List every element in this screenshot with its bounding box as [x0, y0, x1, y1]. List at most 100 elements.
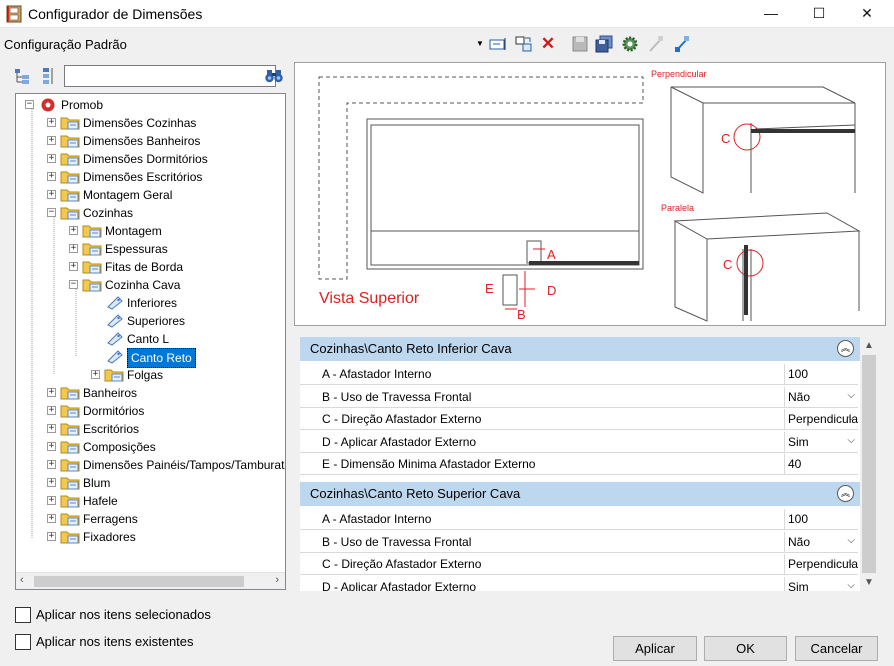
property-dropdown[interactable]: Perpendicular ⌵ [784, 409, 858, 429]
tree-item[interactable]: − Cozinha Cava [16, 276, 285, 294]
property-row[interactable]: A - Afastador Interno 100 [300, 508, 858, 530]
tree-item[interactable]: + Dimensões Painéis/Tampos/Tamburatos [16, 456, 285, 474]
tree-horizontal-scrollbar[interactable]: ‹ › [16, 572, 285, 589]
chevron-down-icon[interactable]: ⌵ [847, 580, 855, 591]
property-row[interactable]: B - Uso de Travessa Frontal Não ⌵ [300, 386, 858, 408]
collapse-category-icon[interactable]: ︽ [837, 485, 854, 502]
category-header-superior[interactable]: Cozinhas\Canto Reto Superior Cava ︽ [300, 482, 860, 506]
tree-item[interactable]: + Composições [16, 438, 285, 456]
property-value-input[interactable]: 100 [784, 509, 858, 529]
tree-item[interactable]: Inferiores [16, 294, 285, 312]
collapse-icon[interactable] [646, 33, 666, 55]
tree-item[interactable]: − Cozinhas [16, 204, 285, 222]
delete-icon[interactable]: ✕ [538, 33, 558, 55]
tree-item[interactable]: + Folgas [16, 366, 285, 384]
chevron-down-icon[interactable]: ⌵ [847, 557, 855, 568]
property-row[interactable]: A - Afastador Interno 100 [300, 363, 858, 385]
property-value-input[interactable]: 40 [784, 454, 858, 474]
expand-icon[interactable] [672, 33, 692, 55]
tree-item[interactable]: + Dimensões Dormitórios [16, 150, 285, 168]
expand-node-icon[interactable]: + [69, 262, 78, 271]
tree-item[interactable]: + Dimensões Cozinhas [16, 114, 285, 132]
chevron-down-icon[interactable]: ⌵ [847, 412, 855, 423]
cancel-button[interactable]: Cancelar [795, 636, 878, 661]
scroll-up-icon[interactable]: ▲ [860, 337, 878, 354]
edit-field-icon[interactable] [488, 33, 508, 55]
tree-item[interactable]: Canto L [16, 330, 285, 348]
save-all-icon[interactable] [594, 33, 614, 55]
category-header-inferior[interactable]: Cozinhas\Canto Reto Inferior Cava ︽ [300, 337, 860, 361]
settings-gear-icon[interactable] [620, 33, 640, 55]
ok-button[interactable]: OK [704, 636, 787, 661]
expand-node-icon[interactable]: + [47, 154, 56, 163]
dropdown-arrow-icon[interactable]: ▼ [470, 33, 490, 55]
property-row[interactable]: C - Direção Afastador Externo Perpendicul… [300, 408, 858, 430]
apply-button[interactable]: Aplicar [613, 636, 697, 661]
expand-node-icon[interactable]: + [47, 532, 56, 541]
tree-item[interactable]: + Montagem Geral [16, 186, 285, 204]
tree-item[interactable]: − Promob [16, 96, 285, 114]
property-dropdown[interactable]: Não ⌵ [784, 531, 858, 552]
expand-node-icon[interactable]: + [47, 136, 56, 145]
property-row[interactable]: C - Direção Afastador Externo Perpendicul… [300, 553, 858, 575]
expand-node-icon[interactable]: + [47, 496, 56, 505]
maximize-button[interactable]: ☐ [796, 0, 842, 28]
property-grid-scrollbar[interactable]: ▲ ▼ [860, 337, 878, 591]
apply-selected-checkbox[interactable] [15, 607, 31, 623]
collapse-node-icon[interactable]: − [25, 100, 34, 109]
tree-scroll-thumb[interactable] [34, 576, 244, 587]
property-dropdown[interactable]: Sim ⌵ [784, 576, 858, 591]
property-row[interactable]: D - Aplicar Afastador Externo Sim ⌵ [300, 431, 858, 453]
chevron-down-icon[interactable]: ⌵ [847, 435, 855, 446]
expand-node-icon[interactable]: + [47, 190, 56, 199]
tree-item[interactable]: + Banheiros [16, 384, 285, 402]
tree-item[interactable]: Superiores [16, 312, 285, 330]
tree-item[interactable]: + Espessuras [16, 240, 285, 258]
tree-item[interactable]: Canto Reto [16, 348, 285, 368]
expand-node-icon[interactable]: + [47, 460, 56, 469]
collapse-node-icon[interactable]: − [47, 208, 56, 217]
expand-node-icon[interactable]: + [47, 442, 56, 451]
binoculars-search-icon[interactable] [264, 67, 284, 85]
expand-node-icon[interactable]: + [47, 172, 56, 181]
tree-item[interactable]: + Montagem [16, 222, 285, 240]
property-dropdown[interactable]: Perpendicular ⌵ [784, 554, 858, 574]
expand-node-icon[interactable]: + [47, 478, 56, 487]
expand-node-icon[interactable]: + [69, 226, 78, 235]
minimize-button[interactable]: — [748, 0, 794, 28]
scroll-down-icon[interactable]: ▼ [860, 574, 878, 591]
tree-item[interactable]: + Escritórios [16, 420, 285, 438]
expand-node-icon[interactable]: + [47, 388, 56, 397]
expand-node-icon[interactable]: + [47, 406, 56, 415]
property-row[interactable]: E - Dimensão Minima Afastador Externo 40 [300, 453, 858, 475]
expand-node-icon[interactable]: + [47, 424, 56, 433]
tree-item[interactable]: + Dimensões Escritórios [16, 168, 285, 186]
property-row[interactable]: D - Aplicar Afastador Externo Sim ⌵ [300, 576, 858, 591]
expand-node-icon[interactable]: + [47, 118, 56, 127]
tree-item[interactable]: + Blum [16, 474, 285, 492]
tree-item[interactable]: + Dimensões Banheiros [16, 132, 285, 150]
tree-item[interactable]: + Fitas de Borda [16, 258, 285, 276]
property-dropdown[interactable]: Não ⌵ [784, 386, 858, 407]
expand-node-icon[interactable]: + [69, 244, 78, 253]
collapse-category-icon[interactable]: ︽ [837, 340, 854, 357]
property-scroll-thumb[interactable] [862, 355, 876, 573]
tree-view[interactable]: − Promob + Dimensões Cozinhas + Dimensões Ban… [15, 93, 286, 590]
expand-node-icon[interactable]: + [47, 514, 56, 523]
move-item-icon[interactable] [514, 33, 534, 55]
property-value-input[interactable]: 100 [784, 364, 858, 384]
tree-item[interactable]: + Ferragens [16, 510, 285, 528]
property-row[interactable]: B - Uso de Travessa Frontal Não ⌵ [300, 531, 858, 553]
close-button[interactable]: ✕ [844, 0, 890, 28]
collapse-node-icon[interactable]: − [69, 280, 78, 289]
scroll-left-icon[interactable]: ‹ [20, 574, 24, 586]
tree-expand-icon[interactable] [14, 67, 32, 85]
save-icon[interactable] [570, 33, 590, 55]
chevron-down-icon[interactable]: ⌵ [847, 390, 855, 401]
tree-collapse-icon[interactable] [40, 67, 56, 85]
tree-search-input[interactable] [64, 65, 276, 87]
scroll-right-icon[interactable]: › [275, 574, 279, 586]
tree-item[interactable]: + Dormitórios [16, 402, 285, 420]
tree-item[interactable]: + Hafele [16, 492, 285, 510]
tree-item[interactable]: + Fixadores [16, 528, 285, 546]
